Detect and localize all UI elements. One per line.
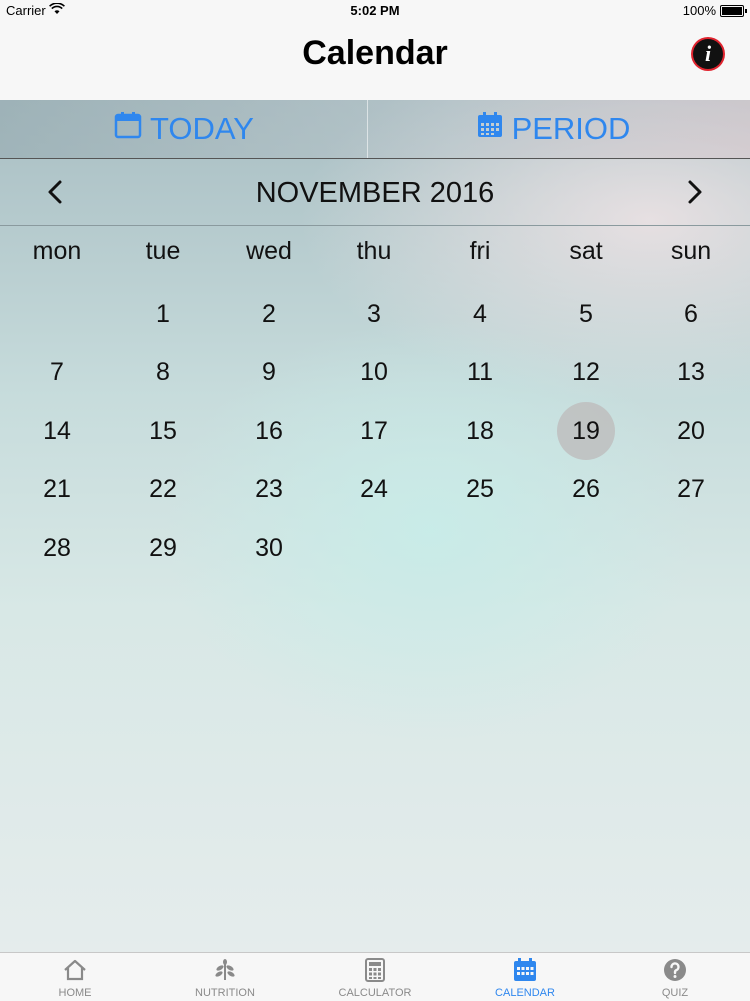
month-title: NOVEMBER 2016 bbox=[255, 177, 495, 209]
day-cell[interactable]: 10 bbox=[321, 358, 428, 387]
calendar-icon bbox=[114, 111, 150, 147]
tab-label: QUIZ bbox=[661, 987, 689, 999]
day-cell[interactable]: 29 bbox=[110, 534, 217, 563]
segment-divider bbox=[367, 100, 368, 158]
info-icon[interactable]: i bbox=[693, 39, 723, 69]
day-cell[interactable]: 17 bbox=[321, 417, 428, 446]
day-cell[interactable]: 27 bbox=[638, 475, 745, 504]
tab-nutrition[interactable]: NUTRITION bbox=[150, 953, 300, 1001]
day-cell[interactable]: 15 bbox=[110, 417, 217, 446]
day-cell[interactable]: 13 bbox=[638, 358, 745, 387]
weekday-tue: tue bbox=[145, 237, 181, 265]
tab-calendar[interactable]: CALENDAR bbox=[450, 953, 600, 1001]
tab-bar: HOME NUTRITION CALCULATOR CALENDAR QUIZ bbox=[0, 952, 750, 1001]
day-cell[interactable]: 8 bbox=[110, 358, 217, 387]
period-button[interactable]: PERIOD bbox=[369, 100, 737, 158]
period-label: PERIOD bbox=[511, 111, 631, 146]
day-cell[interactable]: 7 bbox=[4, 358, 111, 387]
month-header: NOVEMBER 2016 bbox=[0, 159, 750, 226]
status-bar: Carrier 5:02 PM 100% bbox=[0, 0, 750, 22]
day-cell[interactable]: 12 bbox=[533, 358, 640, 387]
day-cell[interactable]: 23 bbox=[216, 475, 323, 504]
chevron-right-icon[interactable] bbox=[682, 179, 706, 205]
day-cell[interactable]: 5 bbox=[533, 300, 640, 329]
battery-icon bbox=[720, 5, 747, 17]
day-cell[interactable]: 6 bbox=[638, 300, 745, 329]
page-title: Calendar bbox=[302, 34, 448, 72]
tab-quiz[interactable]: QUIZ bbox=[600, 953, 750, 1001]
tab-label: HOME bbox=[58, 987, 92, 999]
tab-calculator[interactable]: CALCULATOR bbox=[300, 953, 450, 1001]
weekday-mon: mon bbox=[32, 237, 82, 265]
day-cell[interactable]: 18 bbox=[427, 417, 534, 446]
today-label: TODAY bbox=[150, 111, 254, 146]
day-cell[interactable]: 11 bbox=[427, 358, 534, 387]
day-cell[interactable]: 21 bbox=[4, 475, 111, 504]
day-cell[interactable]: 1 bbox=[110, 300, 217, 329]
segment-control: TODAY PERIOD bbox=[0, 100, 750, 159]
day-cell[interactable]: 3 bbox=[321, 300, 428, 329]
weekday-sat: sat bbox=[569, 237, 603, 265]
day-cell[interactable]: 19 bbox=[533, 417, 640, 446]
tab-label: CALENDAR bbox=[495, 987, 555, 999]
day-cell[interactable]: 30 bbox=[216, 534, 323, 563]
tab-label: NUTRITION bbox=[195, 987, 255, 999]
today-button[interactable]: TODAY bbox=[0, 100, 368, 158]
day-cell[interactable]: 28 bbox=[4, 534, 111, 563]
day-cell[interactable]: 4 bbox=[427, 300, 534, 329]
clock: 5:02 PM bbox=[350, 3, 400, 18]
weekday-thu: thu bbox=[356, 237, 392, 265]
calendar-content: TODAY PERIOD NOVEMBER 2016 mon tue wed thu f… bbox=[0, 100, 750, 952]
day-cell[interactable]: 14 bbox=[4, 417, 111, 446]
battery-percent: 100% bbox=[682, 3, 716, 18]
weekday-sun: sun bbox=[670, 237, 712, 265]
day-cell[interactable]: 25 bbox=[427, 475, 534, 504]
weekday-fri: fri bbox=[469, 237, 491, 265]
day-cell[interactable]: 24 bbox=[321, 475, 428, 504]
day-cell[interactable]: 9 bbox=[216, 358, 323, 387]
day-cell[interactable]: 2 bbox=[216, 300, 323, 329]
calendar-grid-icon bbox=[476, 111, 512, 147]
day-cell[interactable]: 20 bbox=[638, 417, 745, 446]
day-cell[interactable]: 22 bbox=[110, 475, 217, 504]
tab-label: CALCULATOR bbox=[338, 987, 412, 999]
navigation-bar: Calendar i bbox=[0, 22, 750, 100]
tab-home[interactable]: HOME bbox=[0, 953, 150, 1001]
day-cell[interactable]: 26 bbox=[533, 475, 640, 504]
day-cell[interactable]: 16 bbox=[216, 417, 323, 446]
weekday-wed: wed bbox=[246, 237, 292, 265]
